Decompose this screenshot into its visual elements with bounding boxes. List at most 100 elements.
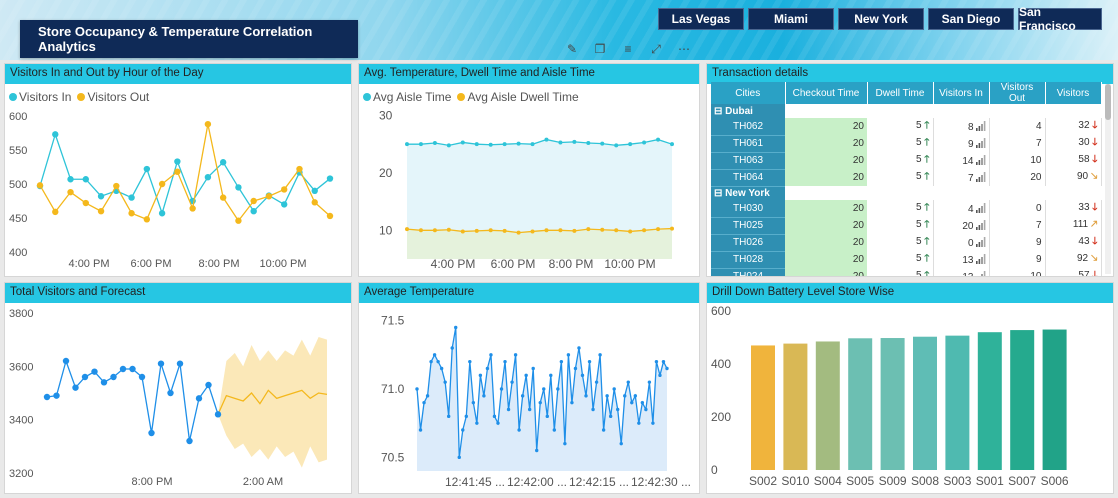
table-row[interactable]: TH062 20 5 🡑 8 4 32 🡓 <box>711 118 1102 136</box>
collapse-icon[interactable]: ⊟ <box>714 188 725 199</box>
table-row[interactable]: TH024205 🡑131057 🡓 <box>711 268 1102 276</box>
checkout-time-cell: 20 <box>785 234 867 252</box>
temperature-area <box>417 327 667 471</box>
x-tick-label: 6:00 PM <box>131 258 172 270</box>
trend-arrow-icon: 🡖 <box>1090 253 1098 265</box>
series-1-point <box>311 199 318 206</box>
more-options-icon[interactable]: ⋯ <box>677 42 691 57</box>
series-0-point <box>600 141 605 146</box>
temperature-point <box>580 373 585 378</box>
x-tick-label: 8:00 PM <box>549 257 594 271</box>
panel-title: Avg. Temperature, Dwell Time and Aisle T… <box>359 64 699 84</box>
y-tick-label: 10 <box>379 223 393 237</box>
table-row[interactable]: TH061 20 5 🡑 9 7 30 🡓 <box>711 135 1102 153</box>
pin-icon[interactable]: ✎ <box>565 42 579 57</box>
series-1-point <box>67 188 74 196</box>
y-tick-label: 0 <box>711 463 718 477</box>
temperature-point <box>605 394 609 398</box>
column-header-checkout-time[interactable]: Checkout Time <box>785 82 868 104</box>
copy-icon[interactable]: ❐ <box>593 42 607 57</box>
series-0-point <box>250 208 257 215</box>
series-0-point <box>558 140 563 145</box>
filter-icon[interactable]: ≡ <box>621 42 635 57</box>
series-0-point <box>418 142 423 147</box>
visitors-in-cell: 9 <box>933 135 990 153</box>
visitors-out-cell: 7 <box>989 135 1046 153</box>
table-row[interactable]: TH030 20 5 🡑 4 0 33 🡓 <box>711 200 1102 218</box>
temperature-point <box>612 387 616 391</box>
temperature-point <box>647 380 652 384</box>
series-1-point <box>530 229 535 234</box>
focus-mode-icon[interactable]: ⤢ <box>649 42 663 57</box>
visitors-line-chart[interactable]: 400 450 500 550 600 4:00 PM 6:00 PM 8:00 PM 10:0… <box>5 104 352 276</box>
series-1-point <box>460 229 465 234</box>
series-1-point <box>265 193 273 200</box>
city-button-miami[interactable]: Miami <box>748 8 834 30</box>
x-tick-label: 4:00 PM <box>69 258 110 270</box>
table-group-row[interactable]: ⊟ Dubai <box>711 104 1101 119</box>
series-1-point <box>628 229 633 234</box>
y-tick-label: 3600 <box>9 361 33 373</box>
collapse-icon[interactable]: ⊟ <box>714 106 725 117</box>
table-group-row[interactable]: ⊟ New York <box>711 186 1101 201</box>
series-0-point <box>530 142 535 147</box>
city-button-new-york[interactable]: New York <box>838 8 924 30</box>
battery-bar-chart[interactable]: 0 200 400 600 S002 S010 S004 S005 S009 S008 S003 S0… <box>707 303 1114 493</box>
legend-item[interactable]: Visitors Out <box>77 90 149 104</box>
column-header-visitors-out[interactable]: Visitors Out <box>989 82 1046 104</box>
temperature-point <box>468 359 472 364</box>
group-label[interactable]: ⊟ New York <box>711 186 785 201</box>
series-0-point <box>158 210 166 217</box>
column-header-visitors-in[interactable]: Visitors In <box>933 82 990 104</box>
table-cell <box>1045 104 1101 119</box>
series-1-point <box>614 228 619 233</box>
table-row[interactable]: TH064 20 5 🡑 7 20 90 🡖 <box>711 169 1102 187</box>
series-0-point <box>502 142 507 147</box>
actual-point <box>81 373 89 381</box>
series-1-point <box>586 227 591 232</box>
checkout-time-cell: 20 <box>785 200 867 218</box>
x-tick-label: 10:00 PM <box>259 258 306 270</box>
forecast-line-chart[interactable]: 3200 3400 3600 3800 8:00 PM 2:00 AM <box>5 303 352 493</box>
series-1-point <box>235 217 242 224</box>
x-tick-label: 12:41:45 ... <box>445 475 505 489</box>
series-0-point <box>656 137 661 142</box>
y-tick-label: 30 <box>379 108 393 122</box>
store-id-cell: TH025 <box>711 217 785 235</box>
series-1-area <box>407 228 672 259</box>
temperature-panel: Average Temperature 70.5 71.0 71.5 12:41:45… <box>358 282 700 494</box>
table-row[interactable]: TH025 20 5 🡑 20 7 111 🡕 <box>711 217 1102 235</box>
legend-item[interactable]: Avg Aisle Time <box>363 90 451 104</box>
series-0-point <box>174 158 181 165</box>
series-1-point <box>642 228 647 233</box>
legend-label: Visitors Out <box>87 90 150 104</box>
column-header-dwell-time[interactable]: Dwell Time <box>867 82 934 104</box>
table-row[interactable]: TH026 20 5 🡑 0 9 43 🡓 <box>711 234 1102 252</box>
y-tick-label: 550 <box>9 145 27 157</box>
actual-point <box>157 360 165 367</box>
temperature-area-chart[interactable]: 70.571.071.512:41:45 ... 12:42:00 ... 12:4… <box>359 303 700 493</box>
city-button-san-francisco[interactable]: San Francisco <box>1018 5 1102 33</box>
group-label[interactable]: ⊟ Dubai <box>711 104 785 119</box>
legend-item[interactable]: Avg Aisle Dwell Time <box>457 90 579 104</box>
legend-item[interactable]: Visitors In <box>9 90 71 104</box>
table-row[interactable]: TH028 20 5 🡑 13 9 92 🡖 <box>711 251 1102 269</box>
temperature-point <box>591 407 595 412</box>
scrollbar-thumb[interactable] <box>1105 84 1111 120</box>
table-cell <box>867 104 933 119</box>
temperature-point <box>626 380 630 384</box>
column-header-visitors[interactable]: Visitors <box>1045 82 1102 104</box>
column-header-cities[interactable]: Cities <box>711 82 786 104</box>
dashboard-title: Store Occupancy & Temperature Correlatio… <box>20 20 358 58</box>
visitors-in-cell: 20 <box>933 217 990 235</box>
city-button-las-vegas[interactable]: Las Vegas <box>658 8 744 30</box>
series-0-point <box>586 141 591 146</box>
temperature-point <box>654 359 659 364</box>
signal-bars-icon <box>975 154 985 165</box>
table-row[interactable]: TH063 20 5 🡑 14 10 58 🡓 <box>711 152 1102 170</box>
city-button-san-diego[interactable]: San Diego <box>928 8 1014 30</box>
trend-up-icon: 🡑 <box>924 154 930 166</box>
series-1-point <box>128 210 135 217</box>
dwell-time-cell: 5 🡑 <box>867 234 934 252</box>
aisle-area-chart[interactable]: 10 20 30 4:00 PM 6:00 PM 8:00 PM 10:00 PM <box>359 104 700 276</box>
